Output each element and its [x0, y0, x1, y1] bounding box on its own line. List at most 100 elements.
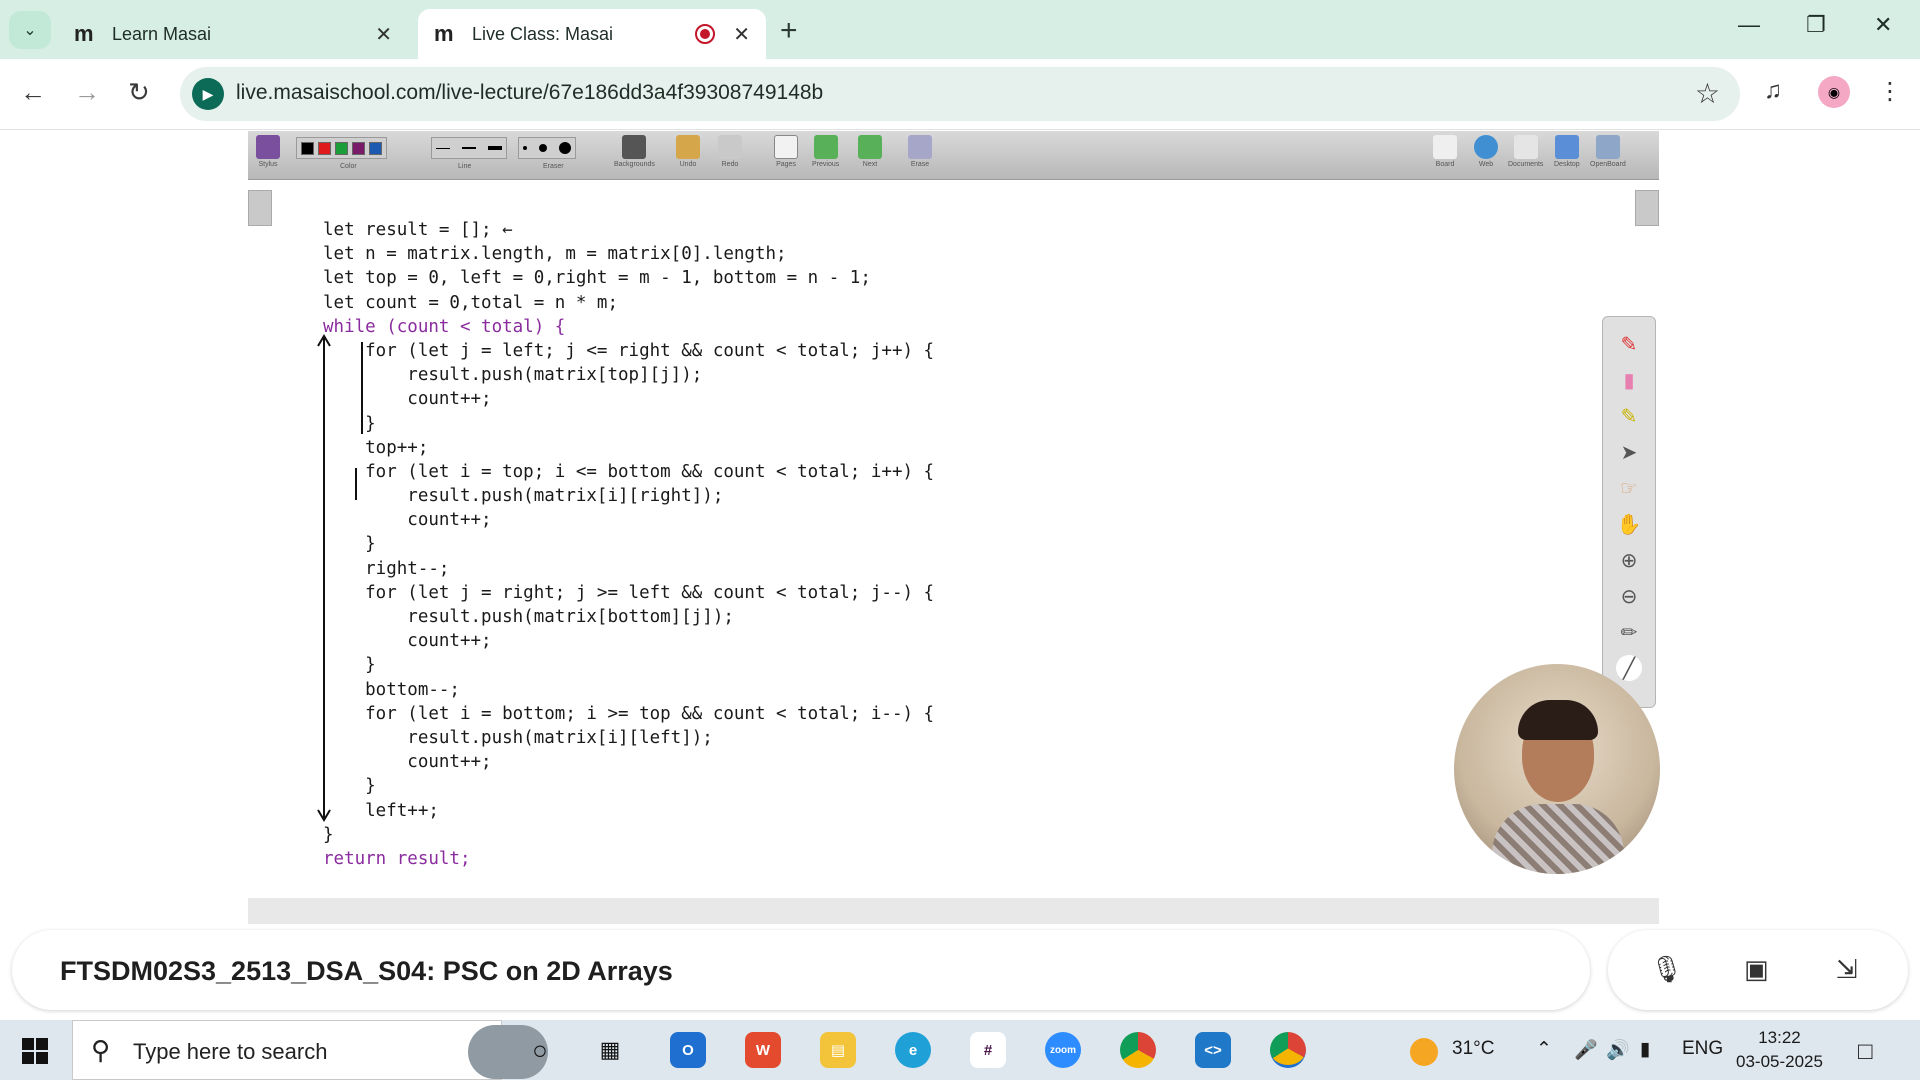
- erase-tool[interactable]: Erase: [908, 135, 932, 168]
- plus-icon[interactable]: +: [780, 14, 798, 48]
- documents-icon: [1513, 135, 1538, 159]
- battery-icon[interactable]: ▮: [1640, 1038, 1650, 1061]
- eraser-large[interactable]: [559, 142, 571, 154]
- tab-learn-masai[interactable]: m Learn Masai ✕: [58, 9, 408, 59]
- wps-icon[interactable]: W: [745, 1032, 781, 1068]
- presenter-body: [1492, 804, 1624, 874]
- tab-search-button[interactable]: ⌄: [9, 11, 51, 49]
- back-icon[interactable]: ←: [20, 77, 46, 108]
- color-picker[interactable]: [296, 137, 387, 159]
- eraser-small[interactable]: [523, 146, 527, 150]
- hand-icon[interactable]: ✋: [1616, 511, 1642, 537]
- browser-tab-bar: ⌄ m Learn Masai ✕ m Live Class: Masai ✕ …: [0, 0, 1920, 59]
- documents-tool[interactable]: Documents: [1508, 135, 1543, 168]
- restore-icon[interactable]: ❐: [1806, 12, 1826, 38]
- taskbar-search[interactable]: ⚲ Type here to search: [72, 1020, 548, 1080]
- board-bottom-strip: [248, 898, 1659, 924]
- language-indicator[interactable]: ENG: [1682, 1038, 1723, 1060]
- selector-icon[interactable]: ➤: [1616, 439, 1642, 465]
- eraser-icon[interactable]: ▮: [1616, 367, 1642, 393]
- web-icon: [1474, 135, 1498, 159]
- desktop-tool[interactable]: Desktop: [1554, 135, 1580, 168]
- openboard-icon: [1595, 135, 1620, 159]
- laser-pointer-icon[interactable]: ✏: [1616, 619, 1642, 645]
- window-close-icon[interactable]: ✕: [1874, 12, 1892, 38]
- code-line: }: [323, 413, 376, 434]
- file-explorer-icon[interactable]: ▤: [820, 1032, 856, 1068]
- line-thin[interactable]: [436, 147, 450, 149]
- taskbar-clock[interactable]: 13:22 03-05-2025: [1736, 1026, 1823, 1074]
- line-medium[interactable]: [462, 147, 476, 149]
- web-tool[interactable]: Web: [1474, 135, 1498, 168]
- volume-icon[interactable]: 🔊: [1606, 1038, 1630, 1062]
- task-view-icon[interactable]: ▦: [592, 1032, 628, 1068]
- color-red[interactable]: [318, 141, 331, 155]
- avatar[interactable]: ◉: [1818, 76, 1850, 108]
- board-tool[interactable]: Board: [1433, 135, 1457, 168]
- address-bar[interactable]: ▶ live.masaischool.com/live-lecture/67e1…: [180, 67, 1740, 121]
- eraser-medium[interactable]: [539, 144, 547, 152]
- search-placeholder: Type here to search: [133, 1039, 328, 1064]
- weather-icon: [1410, 1038, 1438, 1066]
- menu-icon[interactable]: ⋮: [1878, 77, 1902, 106]
- url-text[interactable]: live.masaischool.com/live-lecture/67e186…: [236, 81, 823, 105]
- chrome-profile-icon[interactable]: [1270, 1032, 1306, 1068]
- color-blue[interactable]: [369, 141, 382, 155]
- tab-title: Learn Masai: [112, 23, 212, 44]
- code-line: result.push(matrix[top][j]);: [323, 365, 703, 386]
- notifications-icon[interactable]: □: [1858, 1038, 1873, 1066]
- zoom-out-icon[interactable]: ⊖: [1616, 583, 1642, 609]
- weather-temperature[interactable]: 31°C: [1452, 1038, 1494, 1060]
- chevron-up-icon[interactable]: ⌃: [1536, 1038, 1552, 1061]
- line-thick[interactable]: [488, 146, 502, 150]
- media-icon[interactable]: ♫: [1764, 77, 1782, 105]
- color-green[interactable]: [335, 141, 348, 155]
- reload-icon[interactable]: ↻: [128, 77, 150, 108]
- star-icon[interactable]: ☆: [1695, 77, 1720, 110]
- vscode-icon[interactable]: <>: [1195, 1032, 1231, 1068]
- outlook-icon[interactable]: O: [670, 1032, 706, 1068]
- redo-tool[interactable]: Redo: [718, 135, 742, 168]
- next-tool[interactable]: Next: [858, 135, 882, 168]
- line-width-picker[interactable]: [431, 137, 507, 159]
- forward-icon[interactable]: →: [74, 77, 100, 108]
- chrome-icon[interactable]: [1120, 1032, 1156, 1068]
- windows-start-icon[interactable]: [22, 1038, 48, 1064]
- pen-icon[interactable]: ✎: [1616, 331, 1642, 357]
- pointer-hand-icon[interactable]: ☞: [1616, 475, 1642, 501]
- tab-live-class[interactable]: m Live Class: Masai ✕: [418, 9, 766, 59]
- desktop-icon: [1554, 135, 1579, 159]
- highlighter-icon[interactable]: ✎: [1616, 403, 1642, 429]
- line-icon[interactable]: ╱: [1616, 655, 1642, 681]
- eraser-size-picker[interactable]: [518, 137, 576, 159]
- presenter-hair: [1518, 700, 1598, 740]
- slack-icon[interactable]: #: [970, 1032, 1006, 1068]
- code-line: for (let j = right; j >= left && count <…: [323, 582, 935, 603]
- close-icon[interactable]: ✕: [733, 22, 750, 47]
- stylus-tool[interactable]: Stylus: [256, 135, 280, 168]
- microphone-icon[interactable]: 🎤: [1574, 1038, 1598, 1062]
- color-black[interactable]: [301, 141, 314, 155]
- pages-tool[interactable]: Pages: [774, 135, 798, 168]
- close-icon[interactable]: ✕: [375, 22, 392, 47]
- zoom-in-icon[interactable]: ⊕: [1616, 547, 1642, 573]
- backgrounds-tool[interactable]: Backgrounds: [614, 135, 655, 168]
- openboard-menu-tool[interactable]: OpenBoard: [1590, 135, 1626, 168]
- code-line: result.push(matrix[bottom][j]);: [323, 607, 734, 627]
- camera-off-icon[interactable]: ▣: [1744, 954, 1769, 985]
- color-purple[interactable]: [352, 141, 365, 155]
- mic-off-icon[interactable]: 🎙: [1650, 954, 1683, 985]
- cortana-icon[interactable]: ○: [522, 1032, 558, 1068]
- exit-fullscreen-icon[interactable]: ⇲: [1836, 954, 1858, 985]
- right-panel-toggle[interactable]: [1635, 190, 1659, 226]
- clock-time: 13:22: [1758, 1028, 1801, 1047]
- code-line: let count = 0,total = n * m;: [323, 292, 619, 313]
- zoom-icon[interactable]: zoom: [1045, 1032, 1081, 1068]
- minimize-icon[interactable]: —: [1738, 12, 1760, 38]
- left-panel-toggle[interactable]: [248, 190, 272, 226]
- previous-tool[interactable]: Previous: [812, 135, 839, 168]
- board-icon: [1433, 135, 1457, 159]
- undo-tool[interactable]: Undo: [676, 135, 700, 168]
- edge-icon[interactable]: e: [895, 1032, 931, 1068]
- site-info-icon[interactable]: ▶: [192, 78, 224, 110]
